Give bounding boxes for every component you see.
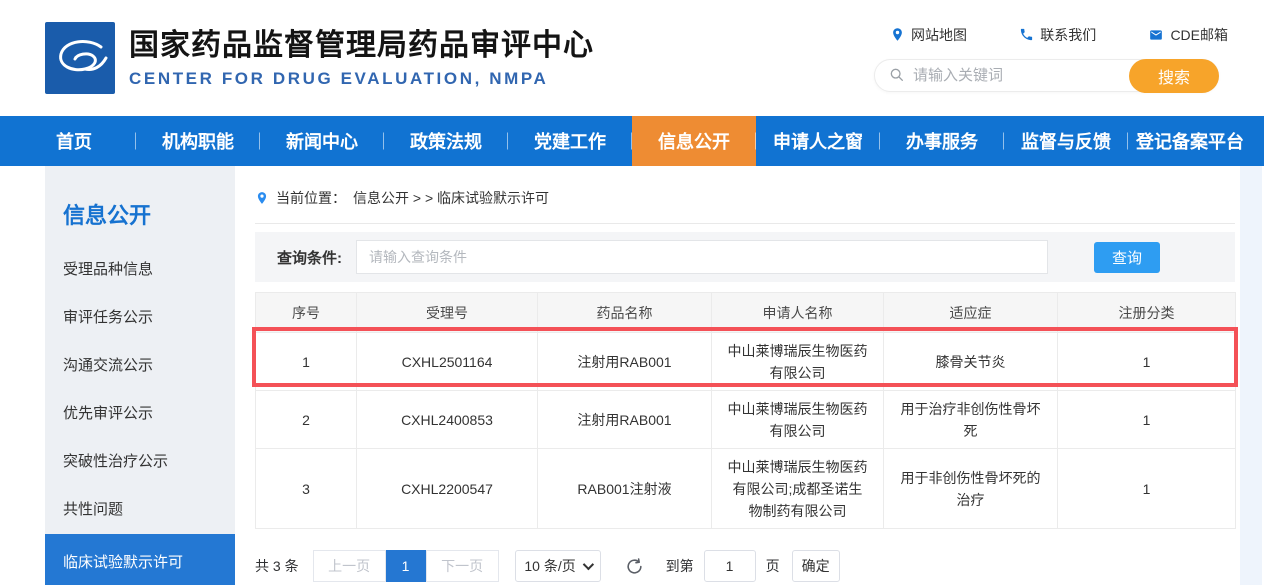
cell-applicant: 中山莱博瑞辰生物医药有限公司;成都圣诺生物制药有限公司: [712, 449, 884, 529]
chevron-down-icon: [583, 559, 594, 570]
refresh-icon: [625, 557, 644, 576]
sidebar-item-communication[interactable]: 沟通交流公示: [45, 342, 235, 390]
sidebar-item-priority-review[interactable]: 优先审评公示: [45, 390, 235, 438]
sidebar-item-breakthrough-therapy[interactable]: 突破性治疗公示: [45, 438, 235, 486]
main-nav: 首页 机构职能 新闻中心 政策法规 党建工作 信息公开 申请人之窗 办事服务 监…: [0, 116, 1264, 166]
header-right: 网站地图 联系我们 CDE邮箱 搜索: [874, 25, 1264, 92]
next-page-button[interactable]: 下一页: [426, 550, 499, 582]
table-header-row: 序号 受理号 药品名称 申请人名称 适应症 注册分类: [256, 293, 1236, 333]
sidebar-item-clinical-trial-implied-license[interactable]: 临床试验默示许可: [45, 534, 235, 585]
cell-drug-name: 注射用RAB001: [538, 333, 712, 391]
nav-item-news[interactable]: 新闻中心: [260, 116, 384, 166]
sidebar-title: 信息公开: [45, 166, 235, 246]
cell-drug-name: RAB001注射液: [538, 449, 712, 529]
search-icon: [889, 67, 905, 83]
site-search: 搜索: [874, 59, 1219, 92]
table-row[interactable]: 2 CXHL2400853 注射用RAB001 中山莱博瑞辰生物医药有限公司 用…: [256, 391, 1236, 449]
sidebar-item-common-issues[interactable]: 共性问题: [45, 486, 235, 534]
nav-item-party[interactable]: 党建工作: [508, 116, 632, 166]
contact-label: 联系我们: [1040, 25, 1096, 45]
cell-index: 1: [256, 333, 357, 391]
cde-mail-link[interactable]: CDE邮箱: [1148, 25, 1228, 45]
site-search-input[interactable]: [913, 67, 1123, 84]
nav-item-supervision[interactable]: 监督与反馈: [1004, 116, 1128, 166]
col-header-drug-name: 药品名称: [538, 293, 712, 333]
main-area: 信息公开 受理品种信息 审评任务公示 沟通交流公示 优先审评公示 突破性治疗公示…: [0, 166, 1264, 585]
location-pin-icon: [255, 190, 269, 206]
contact-link[interactable]: 联系我们: [1019, 25, 1096, 45]
cell-registration-class: 1: [1058, 449, 1236, 529]
pagination: 共 3 条 上一页 1 下一页 10 条/页 到第: [255, 550, 1235, 582]
nav-item-home[interactable]: 首页: [12, 116, 136, 166]
breadcrumb: 当前位置： 信息公开 > > 临床试验默示许可: [255, 166, 1235, 224]
query-panel: 查询条件: 查询: [255, 232, 1235, 282]
cell-registration-class: 1: [1058, 333, 1236, 391]
goto-page-input[interactable]: [704, 550, 756, 582]
sitemap-link[interactable]: 网站地图: [890, 25, 967, 45]
col-header-applicant: 申请人名称: [712, 293, 884, 333]
col-header-acceptance-no: 受理号: [357, 293, 538, 333]
cell-index: 3: [256, 449, 357, 529]
sitemap-label: 网站地图: [911, 25, 967, 45]
site-title-en: CENTER FOR DRUG EVALUATION, NMPA: [129, 69, 594, 89]
cell-drug-name: 注射用RAB001: [538, 391, 712, 449]
cell-acceptance-no: CXHL2200547: [357, 449, 538, 529]
nav-item-policy[interactable]: 政策法规: [384, 116, 508, 166]
envelope-icon: [1148, 28, 1164, 42]
table-row[interactable]: 1 CXHL2501164 注射用RAB001 中山莱博瑞辰生物医药有限公司 膝…: [256, 333, 1236, 391]
site-search-button[interactable]: 搜索: [1129, 59, 1219, 93]
site-titles: 国家药品监督管理局药品审评中心 CENTER FOR DRUG EVALUATI…: [129, 28, 594, 89]
sidebar-item-review-tasks[interactable]: 审评任务公示: [45, 294, 235, 342]
page-number-button[interactable]: 1: [386, 550, 426, 582]
cell-applicant: 中山莱博瑞辰生物医药有限公司: [712, 391, 884, 449]
nav-item-functions[interactable]: 机构职能: [136, 116, 260, 166]
col-header-index: 序号: [256, 293, 357, 333]
cell-indication: 膝骨关节炎: [884, 333, 1058, 391]
query-label: 查询条件:: [277, 247, 342, 268]
cell-acceptance-no: CXHL2400853: [357, 391, 538, 449]
nav-item-registration-platform[interactable]: 登记备案平台: [1128, 116, 1252, 166]
page: 国家药品监督管理局药品审评中心 CENTER FOR DRUG EVALUATI…: [0, 0, 1264, 585]
col-header-indication: 适应症: [884, 293, 1058, 333]
pagination-total: 共 3 条: [255, 556, 299, 576]
confirm-button[interactable]: 确定: [792, 550, 840, 582]
cde-logo-swirl-icon: [51, 30, 109, 86]
breadcrumb-label: 当前位置：: [276, 188, 346, 208]
cde-mail-label: CDE邮箱: [1170, 25, 1228, 45]
sidebar: 信息公开 受理品种信息 审评任务公示 沟通交流公示 优先审评公示 突破性治疗公示…: [45, 166, 235, 585]
nav-item-applicant[interactable]: 申请人之窗: [756, 116, 880, 166]
page-background-strip: [1240, 166, 1262, 585]
page-size-value: 10 条/页: [524, 556, 575, 576]
cell-registration-class: 1: [1058, 391, 1236, 449]
cell-indication: 用于治疗非创伤性骨坏死: [884, 391, 1058, 449]
goto-page-label: 到第: [666, 556, 694, 576]
table-row[interactable]: 3 CXHL2200547 RAB001注射液 中山莱博瑞辰生物医药有限公司;成…: [256, 449, 1236, 529]
nav-item-info-disclosure[interactable]: 信息公开: [632, 116, 756, 166]
cell-index: 2: [256, 391, 357, 449]
col-header-registration-class: 注册分类: [1058, 293, 1236, 333]
prev-page-button[interactable]: 上一页: [313, 550, 386, 582]
site-header: 国家药品监督管理局药品审评中心 CENTER FOR DRUG EVALUATI…: [0, 0, 1264, 116]
cell-acceptance-no: CXHL2501164: [357, 333, 538, 391]
results-table: 序号 受理号 药品名称 申请人名称 适应症 注册分类 1 CXHL2501164: [255, 292, 1236, 529]
site-title-cn: 国家药品监督管理局药品审评中心: [129, 28, 594, 64]
query-button[interactable]: 查询: [1094, 242, 1160, 273]
content: 当前位置： 信息公开 > > 临床试验默示许可 查询条件: 查询 序号: [255, 166, 1235, 585]
cell-indication: 用于非创伤性骨坏死的治疗: [884, 449, 1058, 529]
cell-applicant: 中山莱博瑞辰生物医药有限公司: [712, 333, 884, 391]
page-size-select[interactable]: 10 条/页: [515, 550, 601, 582]
results-table-wrap: 序号 受理号 药品名称 申请人名称 适应症 注册分类 1 CXHL2501164: [255, 292, 1235, 529]
nav-item-services[interactable]: 办事服务: [880, 116, 1004, 166]
quick-links: 网站地图 联系我们 CDE邮箱: [874, 25, 1232, 45]
location-pin-icon: [890, 27, 905, 42]
phone-icon: [1019, 27, 1034, 42]
page-unit-label: 页: [766, 556, 780, 576]
breadcrumb-path: 信息公开 > > 临床试验默示许可: [353, 188, 549, 208]
query-input[interactable]: [356, 240, 1048, 274]
sidebar-item-accepted-varieties[interactable]: 受理品种信息: [45, 246, 235, 294]
refresh-button[interactable]: [625, 557, 644, 576]
pager: 上一页 1 下一页: [313, 550, 499, 582]
cde-logo: [45, 22, 115, 94]
